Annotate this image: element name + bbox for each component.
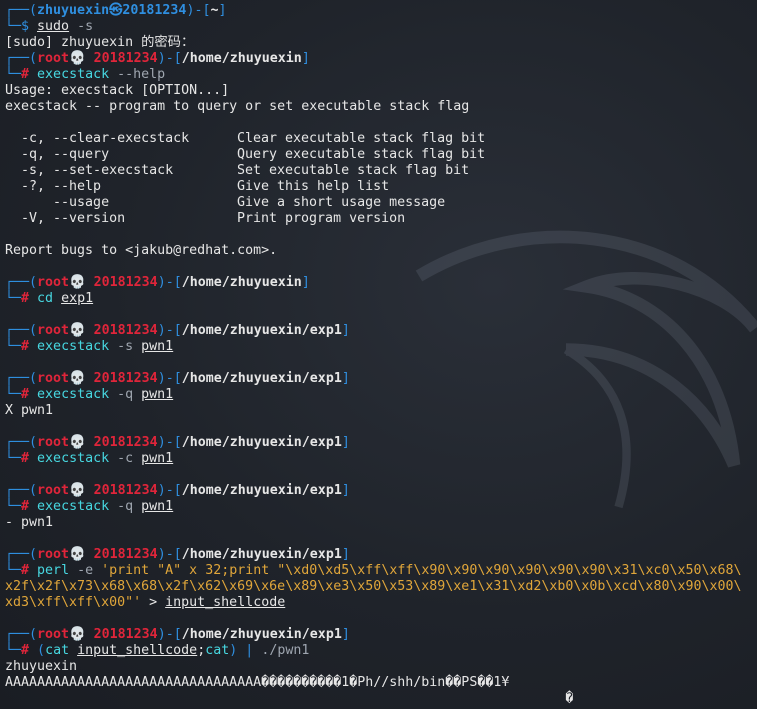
- help-option-flag: -V, --version: [5, 211, 126, 226]
- help-option-desc: Give a short usage message: [237, 195, 446, 210]
- prompt-line: ┌──(root💀 20181234)-[/home/zhuyuexin/exp…: [5, 627, 350, 642]
- help-option-desc: Set executable stack flag bit: [237, 163, 470, 178]
- help-option-flag: -s, --set-execstack: [5, 163, 174, 178]
- help-option-row: -c, --clear-execstack Clear executable st…: [5, 131, 757, 147]
- command-line: └─# perl -e 'print "A" x 32;print "\xd0\…: [5, 563, 742, 578]
- prompt-line: ┌──(root💀 20181234)-[/home/zhuyuexin/exp…: [5, 323, 350, 338]
- output-line: execstack -- program to query or set exe…: [5, 99, 470, 114]
- help-option-flag: -c, --clear-execstack: [5, 131, 190, 146]
- command-line: └─# (cat input_shellcode;cat) | ./pwn1: [5, 643, 310, 658]
- help-option-row: -V, --version Print program version: [5, 211, 757, 227]
- terminal-output: ┌──(zhuyuexin㉿20181234)-[~] └─$ sudo -s …: [5, 3, 757, 707]
- output-line: Usage: execstack [OPTION...]: [5, 83, 230, 98]
- prompt-line: ┌──(root💀 20181234)-[/home/zhuyuexin]: [5, 275, 310, 290]
- help-option-desc: Give this help list: [237, 179, 390, 194]
- output-line: - pwn1: [5, 515, 54, 530]
- prompt-line: ┌──(root💀 20181234)-[/home/zhuyuexin/exp…: [5, 371, 350, 386]
- prompt-line: ┌──(root💀 20181234)-[/home/zhuyuexin/exp…: [5, 435, 350, 450]
- help-option-row: -s, --set-execstack Set executable stack …: [5, 163, 757, 179]
- command-line: └─# execstack -q pwn1: [5, 387, 174, 402]
- command-line: └─# execstack --help: [5, 67, 166, 82]
- sudo-password-prompt: [sudo] zhuyuexin 的密码：: [5, 35, 195, 50]
- help-option-row: --usage Give a short usage message: [5, 195, 757, 211]
- command-line: └─# cd exp1: [5, 291, 94, 306]
- command-line: └─$ sudo -s: [5, 19, 94, 34]
- output-line: �: [5, 691, 574, 706]
- output-line: Report bugs to <jakub@redhat.com>.: [5, 243, 278, 258]
- prompt-line: ┌──(zhuyuexin㉿20181234)-[~]: [5, 3, 227, 18]
- output-line: AAAAAAAAAAAAAAAAAAAAAAAAAAAAAAAA��������…: [5, 675, 510, 690]
- prompt-line: ┌──(root💀 20181234)-[/home/zhuyuexin]: [5, 51, 310, 66]
- help-option-flag: --usage: [5, 195, 110, 210]
- terminal-window[interactable]: ┌──(zhuyuexin㉿20181234)-[~] └─$ sudo -s …: [0, 0, 757, 709]
- command-line: └─# execstack -c pwn1: [5, 451, 174, 466]
- help-option-desc: Query executable stack flag bit: [237, 147, 486, 162]
- command-line: └─# execstack -s pwn1: [5, 339, 174, 354]
- help-option-desc: Clear executable stack flag bit: [237, 131, 486, 146]
- prompt-line: ┌──(root💀 20181234)-[/home/zhuyuexin/exp…: [5, 483, 350, 498]
- help-option-row: -?, --help Give this help list: [5, 179, 757, 195]
- command-continuation: x2f\x2f\x73\x68\x68\x2f\x62\x69\x6e\x89\…: [5, 579, 742, 594]
- output-line: zhuyuexin: [5, 659, 78, 674]
- command-continuation: xd3\xff\xff\x00"' > input_shellcode: [5, 595, 286, 610]
- command-line: └─# execstack -q pwn1: [5, 499, 174, 514]
- output-line: X pwn1: [5, 403, 54, 418]
- help-option-desc: Print program version: [237, 211, 406, 226]
- help-option-flag: -q, --query: [5, 147, 110, 162]
- help-option-flag: -?, --help: [5, 179, 102, 194]
- prompt-line: ┌──(root💀 20181234)-[/home/zhuyuexin/exp…: [5, 547, 350, 562]
- help-option-row: -q, --query Query executable stack flag b…: [5, 147, 757, 163]
- help-options-list: -c, --clear-execstack Clear executable st…: [5, 131, 757, 227]
